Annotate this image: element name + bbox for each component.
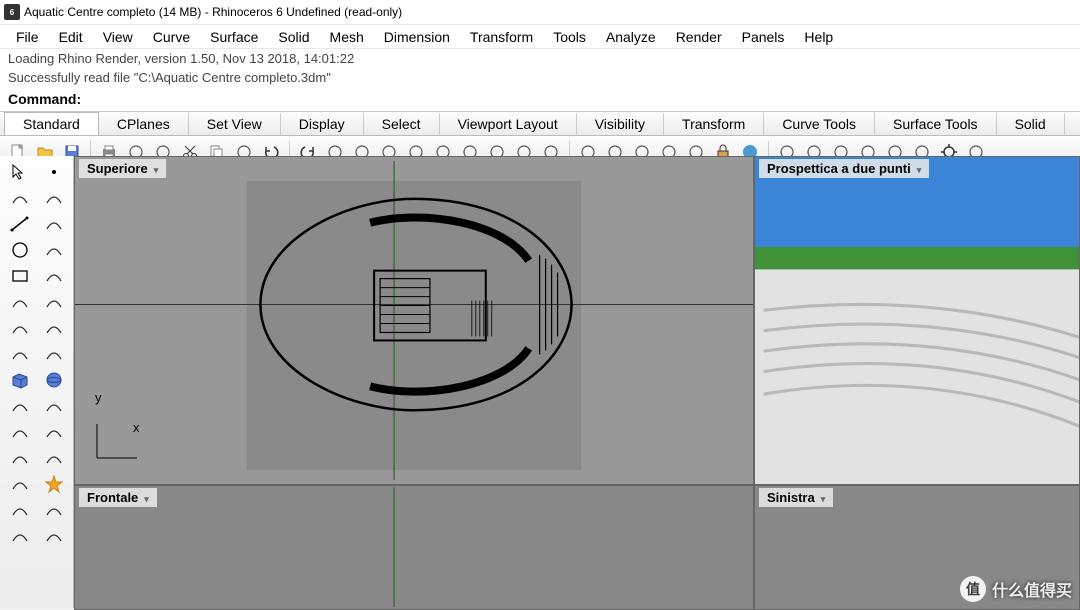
chevron-down-icon[interactable] [152, 161, 159, 176]
menu-bar: FileEditViewCurveSurfaceSolidMeshDimensi… [0, 25, 1080, 49]
viewport-title[interactable]: Sinistra [759, 488, 833, 507]
watermark: 值 什么值得买 [960, 576, 1072, 602]
command-history: Loading Rhino Render, version 1.50, Nov … [0, 49, 1080, 89]
rectangle-tool[interactable] [5, 264, 35, 288]
tab-viewport-layout[interactable]: Viewport Layout [440, 113, 577, 135]
history-line: Successfully read file "C:\Aquatic Centr… [8, 70, 1072, 89]
menu-render[interactable]: Render [666, 27, 732, 47]
menu-file[interactable]: File [6, 27, 49, 47]
viewport-top[interactable]: Superiore [74, 156, 754, 485]
tool-sidebar [0, 156, 74, 608]
menu-surface[interactable]: Surface [200, 27, 268, 47]
menu-panels[interactable]: Panels [732, 27, 795, 47]
menu-dimension[interactable]: Dimension [374, 27, 460, 47]
watermark-text: 什么值得买 [992, 577, 1072, 601]
revolve-tool[interactable] [5, 472, 35, 496]
curve-tool[interactable] [5, 316, 35, 340]
curve-edit-tool[interactable] [39, 316, 69, 340]
chevron-down-icon[interactable] [915, 161, 922, 176]
viewport-title[interactable]: Frontale [79, 488, 157, 507]
app-icon: 6 [4, 4, 20, 20]
viewport-perspective[interactable]: Prospettica a due punti [754, 156, 1080, 485]
box-tool[interactable] [5, 368, 35, 392]
arrow-tool[interactable] [5, 160, 35, 184]
tab-standard[interactable]: Standard [4, 112, 99, 135]
tab-solid[interactable]: Solid [997, 113, 1065, 135]
trim-tool[interactable] [5, 498, 35, 522]
deform-tool[interactable] [5, 342, 35, 366]
command-input[interactable] [87, 91, 1072, 107]
cone-tool[interactable] [5, 420, 35, 444]
menu-help[interactable]: Help [794, 27, 843, 47]
star-tool[interactable] [39, 472, 69, 496]
chevron-down-icon[interactable] [819, 490, 826, 505]
arc-tool[interactable] [39, 238, 69, 262]
torus-tool[interactable] [39, 394, 69, 418]
viewport-front[interactable]: Frontale [74, 485, 754, 610]
tab-cplanes[interactable]: CPlanes [99, 113, 189, 135]
perspective-drawing [755, 157, 1079, 484]
pipe-tool[interactable] [39, 420, 69, 444]
menu-transform[interactable]: Transform [460, 27, 543, 47]
freeform-lasso-tool[interactable] [39, 186, 69, 210]
menu-tools[interactable]: Tools [543, 27, 596, 47]
polygon-tool[interactable] [39, 264, 69, 288]
viewport-container: Superiore [74, 156, 1080, 608]
line-tool[interactable] [5, 212, 35, 236]
menu-solid[interactable]: Solid [268, 27, 319, 47]
command-line[interactable]: Command: [0, 89, 1080, 112]
split-tool[interactable] [39, 498, 69, 522]
lasso-tool[interactable] [5, 186, 35, 210]
boolean-1-tool[interactable] [5, 524, 35, 548]
toolbar-tab-strip: StandardCPlanesSet ViewDisplaySelectView… [0, 112, 1080, 136]
explode-tool[interactable] [5, 446, 35, 470]
tab-visibility[interactable]: Visibility [577, 113, 664, 135]
boolean-2-tool[interactable] [39, 524, 69, 548]
menu-analyze[interactable]: Analyze [596, 27, 666, 47]
chevron-down-icon[interactable] [142, 490, 149, 505]
sphere-tool[interactable] [39, 368, 69, 392]
menu-curve[interactable]: Curve [143, 27, 200, 47]
cylinder-tool[interactable] [5, 394, 35, 418]
viewport-title[interactable]: Prospettica a due punti [759, 159, 929, 178]
command-label: Command: [8, 91, 81, 107]
tab-display[interactable]: Display [281, 113, 364, 135]
polyline-tool[interactable] [39, 212, 69, 236]
window-title: Aquatic Centre completo (14 MB) - Rhinoc… [24, 5, 402, 19]
blend-tool[interactable] [39, 342, 69, 366]
remove-hex-tool[interactable] [39, 290, 69, 314]
join-tool[interactable] [39, 446, 69, 470]
tab-surface-tools[interactable]: Surface Tools [875, 113, 997, 135]
tab-transform[interactable]: Transform [664, 113, 764, 135]
work-area: Superiore [0, 156, 1080, 608]
axis-indicator: yx [97, 424, 149, 470]
menu-mesh[interactable]: Mesh [320, 27, 374, 47]
polygon-hex-tool[interactable] [5, 290, 35, 314]
tab-select[interactable]: Select [364, 113, 440, 135]
menu-edit[interactable]: Edit [49, 27, 93, 47]
history-line: Loading Rhino Render, version 1.50, Nov … [8, 51, 1072, 70]
title-bar: 6 Aquatic Centre completo (14 MB) - Rhin… [0, 0, 1080, 25]
top-view-drawing [75, 157, 753, 484]
watermark-badge: 值 [960, 576, 986, 602]
menu-view[interactable]: View [93, 27, 143, 47]
viewport-title[interactable]: Superiore [79, 159, 166, 178]
point-tool[interactable] [39, 160, 69, 184]
circle-tool[interactable] [5, 238, 35, 262]
tab-set-view[interactable]: Set View [189, 113, 281, 135]
tab-curve-tools[interactable]: Curve Tools [764, 113, 875, 135]
